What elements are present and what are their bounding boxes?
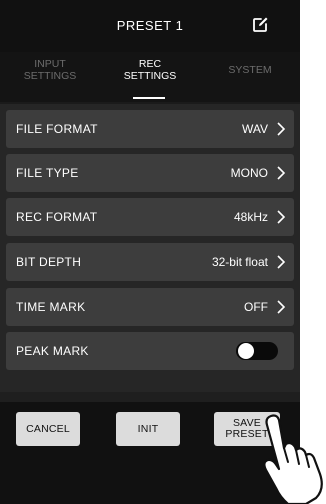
setting-row-rec-format[interactable]: REC FORMAT 48kHz [6,198,294,236]
chevron-right-icon [277,210,286,224]
setting-value: OFF [244,300,268,314]
edit-icon[interactable] [251,16,269,34]
setting-label: TIME MARK [16,300,86,314]
setting-value: 48kHz [233,210,268,224]
tab-label: REC [138,58,162,70]
tab-label: SETTINGS [23,70,77,82]
setting-label: REC FORMAT [16,210,98,224]
setting-row-peak-mark: PEAK MARK [6,332,294,370]
setting-row-time-mark[interactable]: TIME MARK OFF [6,288,294,326]
toggle-knob [238,343,254,359]
chevron-right-icon [277,300,286,314]
tab-rec-settings[interactable]: REC SETTINGS [100,58,200,98]
setting-value: 32-bit float [211,255,268,269]
setting-value: MONO [230,166,268,180]
setting-label: PEAK MARK [16,344,89,358]
header-bar: PRESET 1 [0,0,300,52]
tab-input-settings[interactable]: INPUT SETTINGS [0,58,100,98]
footer-divider [0,392,300,402]
cancel-button[interactable]: CANCEL [16,412,80,446]
setting-row-file-type[interactable]: FILE TYPE MONO [6,154,294,192]
init-button[interactable]: INIT [116,412,180,446]
recorder-app-screen: PRESET 1 INPUT SETTINGS REC SETTINGS SYS… [0,0,300,504]
chevron-right-icon [277,122,286,136]
save-preset-label: PRESET [225,428,269,440]
setting-label: BIT DEPTH [16,255,82,269]
setting-row-bit-depth[interactable]: BIT DEPTH 32-bit float [6,243,294,281]
chevron-right-icon [277,166,286,180]
setting-value: WAV [242,122,268,136]
active-tab-indicator [133,97,165,99]
setting-row-file-format[interactable]: FILE FORMAT WAV [6,110,294,148]
tab-label: SYSTEM [228,64,272,76]
tab-system[interactable]: SYSTEM [200,64,300,104]
save-preset-button[interactable]: SAVE PRESET [214,412,280,446]
tab-label: SETTINGS [123,70,177,82]
setting-label: FILE TYPE [16,166,79,180]
settings-list: FILE FORMAT WAV FILE TYPE MONO REC FORMA… [0,104,300,392]
footer-bar: CANCEL INIT SAVE PRESET [0,392,300,504]
peak-mark-toggle[interactable] [236,342,278,360]
chevron-right-icon [277,255,286,269]
setting-label: FILE FORMAT [16,122,98,136]
settings-tabs: INPUT SETTINGS REC SETTINGS SYSTEM [0,52,300,102]
tab-label: INPUT [34,58,66,70]
